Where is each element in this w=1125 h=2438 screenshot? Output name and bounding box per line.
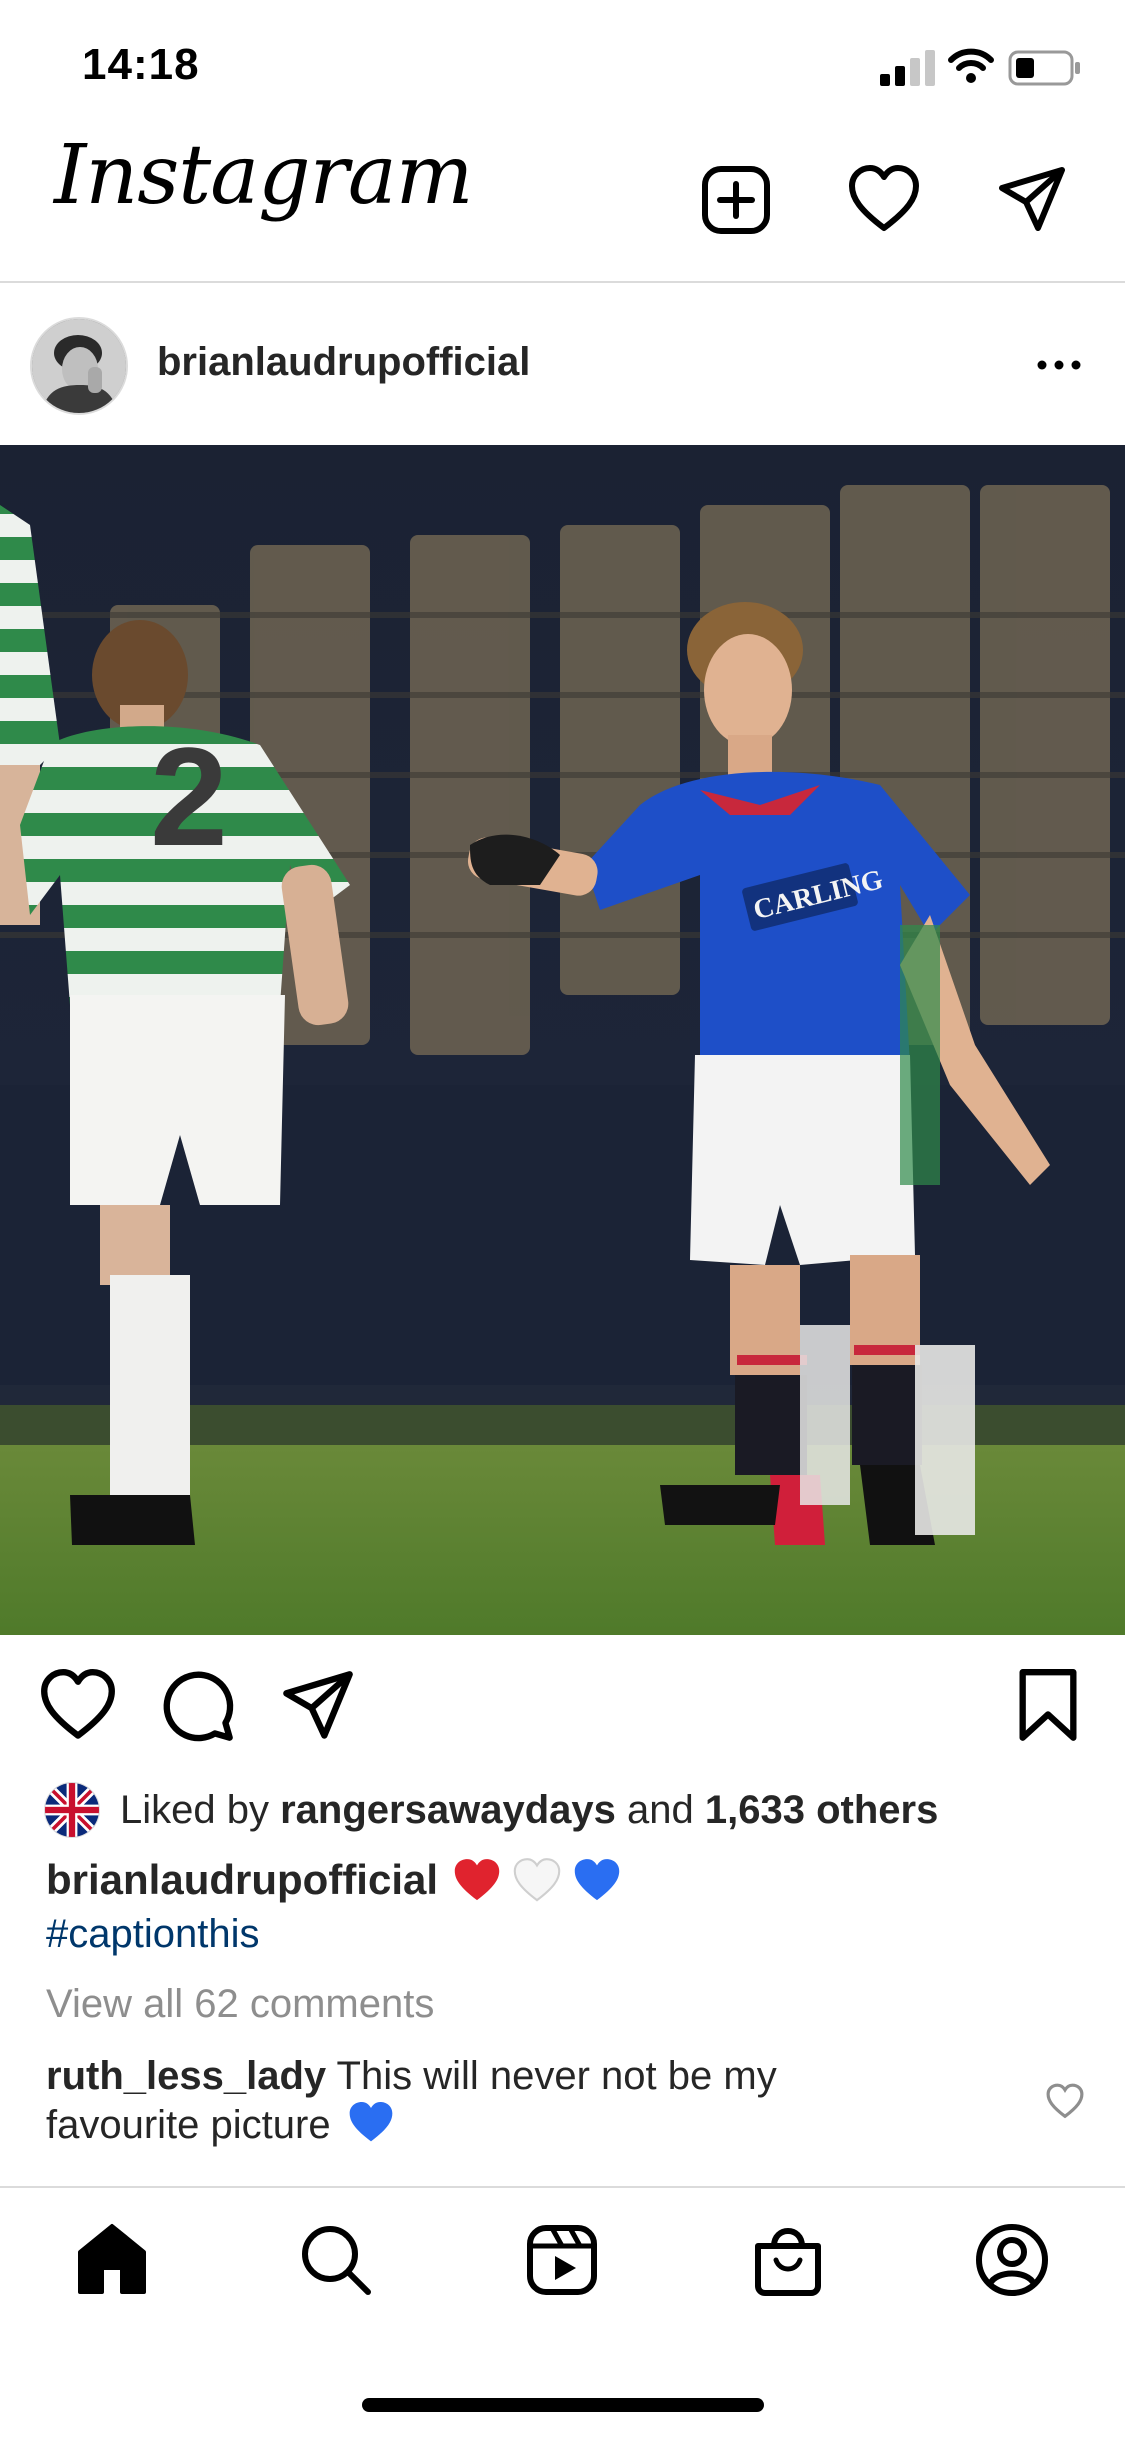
share-icon[interactable] [280, 1668, 356, 1744]
search-icon[interactable] [298, 2222, 374, 2298]
home-icon[interactable] [74, 2222, 150, 2298]
caption-hashtag[interactable]: #captionthis [46, 1912, 259, 1957]
svg-text:2: 2 [150, 718, 228, 875]
blue-heart-emoji [574, 1859, 620, 1901]
like-icon[interactable] [40, 1668, 116, 1744]
direct-message-icon[interactable] [996, 164, 1068, 236]
new-post-icon[interactable] [700, 164, 772, 236]
post-username[interactable]: brianlaudrupofficial [157, 340, 530, 385]
signal-icon [880, 50, 935, 86]
header-divider [0, 281, 1125, 283]
caption: brianlaudrupofficial [46, 1856, 622, 1904]
instagram-logo[interactable]: Instagram [54, 128, 473, 223]
wifi-icon [948, 48, 994, 83]
likes-prefix: Liked by [120, 1787, 269, 1832]
red-heart-emoji [454, 1859, 500, 1901]
comment: ruth_less_lady This will never not be my… [46, 2052, 866, 2149]
comment-icon[interactable] [160, 1668, 236, 1744]
likes-summary[interactable]: Liked by rangersawaydays and 1,633 other… [44, 1782, 938, 1838]
liker-username[interactable]: rangersawaydays [280, 1788, 616, 1833]
comment-like-icon[interactable] [1046, 2083, 1084, 2119]
shop-icon[interactable] [750, 2222, 826, 2298]
post-photo[interactable]: 2 CARLING [0, 445, 1125, 1635]
likes-count[interactable]: 1,633 others [705, 1788, 938, 1833]
more-options-icon[interactable] [1034, 340, 1084, 390]
bookmark-icon[interactable] [1010, 1668, 1086, 1744]
profile-icon[interactable] [974, 2222, 1050, 2298]
reels-icon[interactable] [524, 2222, 600, 2298]
comment-username[interactable]: ruth_less_lady [46, 2054, 326, 2098]
blue-heart-emoji [349, 2102, 393, 2142]
view-all-comments-link[interactable]: View all 62 comments [46, 1982, 434, 2027]
home-indicator [362, 2398, 764, 2412]
status-time: 14:18 [82, 40, 200, 89]
caption-username[interactable]: brianlaudrupofficial [46, 1856, 438, 1904]
battery-icon [1008, 50, 1080, 86]
white-heart-emoji [513, 1858, 561, 1902]
heart-icon[interactable] [848, 164, 920, 236]
liker-avatar[interactable] [44, 1782, 100, 1838]
likes-and: and [627, 1787, 694, 1832]
avatar[interactable] [30, 317, 128, 415]
